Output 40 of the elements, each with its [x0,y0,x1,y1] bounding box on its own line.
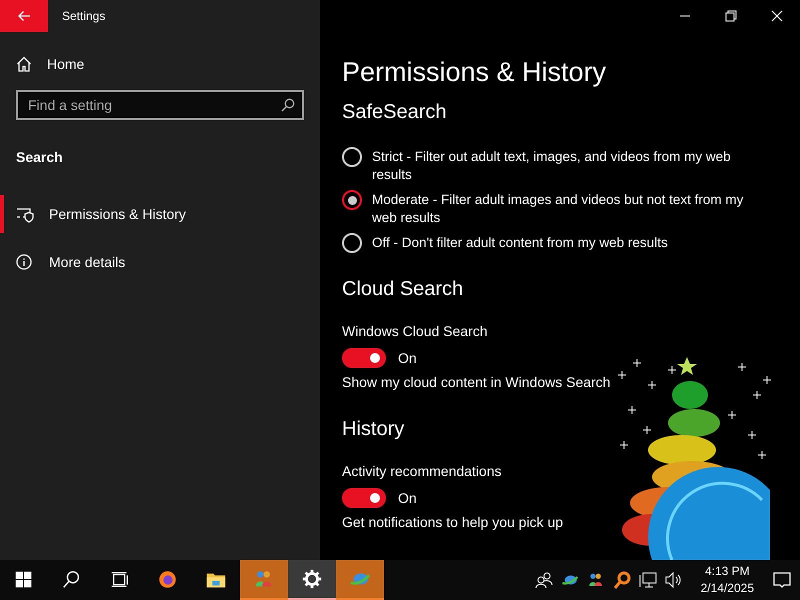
section-heading: SafeSearch [342,101,448,124]
toggle-state: On [398,490,417,506]
notifications-icon[interactable] [772,570,792,590]
home-icon [16,56,32,72]
network-icon[interactable] [638,571,657,589]
back-arrow-icon [17,10,31,22]
info-icon [16,254,34,270]
setting-label: Activity recommendations [342,463,503,479]
volume-icon[interactable] [664,571,683,589]
radio-button[interactable] [342,147,362,167]
setting-label: Windows Cloud Search [342,323,489,339]
people-app-icon[interactable] [586,571,605,589]
taskbar-app-button[interactable] [288,560,336,600]
clock-time: 4:13 PM [704,563,750,580]
gear-icon [301,568,323,590]
toggle-switch[interactable] [342,348,386,368]
search-field[interactable]: Find a setting [16,90,304,120]
section-heading: Cloud Search [342,278,464,301]
magnifier-icon[interactable] [612,571,631,589]
setting-description: Get notifications to help you pick up [342,514,564,530]
permissions-shield-icon [16,206,34,222]
clock[interactable]: 4:13 PM 2/14/2025 [700,563,754,597]
home-link[interactable]: Home [16,54,320,74]
clock-date: 2/14/2025 [700,580,754,597]
radio-label: Strict - Filter out adult text, images, and videos from my web results [372,148,732,184]
browser-icon [157,569,179,591]
page-title: Permissions & History [342,57,608,88]
section-heading: History [342,418,406,441]
radio-button[interactable] [342,190,362,210]
toggle-state: On [398,350,417,366]
radio-label: Off - Don't filter adult content from my web results [372,234,669,252]
search-icon [281,98,295,112]
nav-item[interactable]: More details [0,243,320,281]
toggle-switch[interactable] [342,488,386,508]
radio-label: Moderate - Filter adult images and videos but not text from my web results [372,191,744,227]
people-icon[interactable] [534,571,553,589]
window-title: Settings [62,9,106,23]
section-heading: Search [16,149,64,165]
radio-button[interactable] [342,233,362,253]
setting-description: Show my cloud content in Windows Search [342,374,612,390]
